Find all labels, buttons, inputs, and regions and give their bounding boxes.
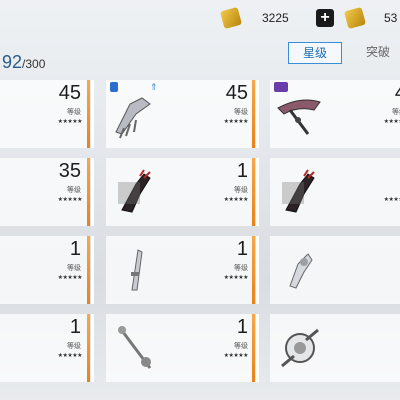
currency1-value: 3225 xyxy=(262,11,289,25)
rarity-bar xyxy=(252,158,255,226)
weapon-card[interactable]: 45 等级 ★★★★★ xyxy=(0,80,87,148)
weapon-image xyxy=(110,320,162,372)
rarity-bar xyxy=(91,80,94,148)
level-label: 等级 xyxy=(234,109,248,116)
weapon-card[interactable] xyxy=(270,314,400,382)
level-label: 等级 xyxy=(67,109,81,116)
rarity-bar xyxy=(256,314,259,382)
star-rating: ★★★★★ xyxy=(57,275,83,281)
inventory-current: 92 xyxy=(2,52,23,72)
item-shadow xyxy=(118,182,140,204)
gold-ticket-icon xyxy=(343,6,367,30)
weapon-level: 35 xyxy=(58,160,81,182)
level-label: 等级 xyxy=(392,109,400,116)
tab-star[interactable]: 星级 xyxy=(288,42,342,64)
star-rating: ★★★★★ xyxy=(223,197,249,203)
weapon-level: 1 xyxy=(236,316,248,338)
rarity-bar xyxy=(87,236,90,304)
weapon-level: 45 xyxy=(225,82,248,104)
level-label: 等级 xyxy=(67,187,81,194)
rarity-bar xyxy=(87,158,90,226)
rarity-bar xyxy=(256,80,259,148)
rarity-bar xyxy=(256,236,259,304)
weapon-card[interactable]: 35 等级 ★★★★★ xyxy=(0,158,87,226)
weapon-image xyxy=(110,90,162,142)
weapon-level: 45 xyxy=(58,82,81,104)
rarity-bar xyxy=(252,80,255,148)
weapon-level: 1 xyxy=(69,238,81,260)
weapon-card[interactable]: 1 等级 ★★★★★ xyxy=(0,236,87,304)
disc-weapon-icon xyxy=(281,328,319,368)
currency2-value: 53 xyxy=(384,11,398,25)
weapon-image xyxy=(274,320,326,372)
weapon-image xyxy=(274,242,326,294)
star-rating: ★★★★★ xyxy=(57,197,83,203)
rarity-bar xyxy=(91,236,94,304)
staff-weapon-icon xyxy=(118,326,152,369)
weapon-card[interactable]: ⇑ 45 等级 ★★★★★ xyxy=(106,80,252,148)
weapon-card[interactable] xyxy=(270,236,400,304)
add-currency-button[interactable]: + xyxy=(316,9,334,27)
star-rating: ★★★★★ xyxy=(223,353,249,359)
weapon-card[interactable]: 4 等级 ★★★★★ xyxy=(270,80,400,148)
shield-weapon-icon xyxy=(289,253,313,289)
inventory-count: 92/300 xyxy=(2,52,45,73)
weapon-card[interactable]: ★★★★★ xyxy=(270,158,400,226)
tab-breakthrough[interactable]: 突破 xyxy=(356,42,400,62)
weapon-card[interactable]: 1 等级 ★★★★★ xyxy=(106,236,252,304)
crossbow-weapon-icon xyxy=(277,99,321,135)
level-label: 等级 xyxy=(234,343,248,350)
weapon-image xyxy=(110,164,162,216)
weapon-image xyxy=(274,164,326,216)
rarity-bar xyxy=(256,158,259,226)
level-label: 等级 xyxy=(234,187,248,194)
star-rating: ★★★★★ xyxy=(57,119,83,125)
level-label: 等级 xyxy=(67,343,81,350)
weapon-card[interactable]: 1 等级 ★★★★★ xyxy=(0,314,87,382)
weapon-level: 1 xyxy=(236,238,248,260)
rarity-bar xyxy=(91,158,94,226)
currency-bar: 3225 + 53 xyxy=(0,0,400,36)
star-rating: ★★★★★ xyxy=(383,119,400,125)
rarity-bar xyxy=(87,314,90,382)
rarity-bar xyxy=(87,80,90,148)
weapon-level: 4 xyxy=(395,82,400,105)
weapon-level: 1 xyxy=(69,316,81,338)
weapon-level: 1 xyxy=(236,160,248,182)
star-rating: ★★★★★ xyxy=(223,119,249,125)
star-rating: ★★★★★ xyxy=(57,353,83,359)
gold-ticket-icon xyxy=(219,6,243,30)
claw-weapon-icon xyxy=(115,97,151,139)
star-rating: ★★★★★ xyxy=(383,197,400,203)
knife-weapon-icon xyxy=(131,249,143,291)
rarity-bar xyxy=(252,236,255,304)
star-rating: ★★★★★ xyxy=(223,275,249,281)
weapon-image xyxy=(274,90,326,142)
rarity-bar xyxy=(252,314,255,382)
weapon-image xyxy=(110,242,162,294)
level-label: 等级 xyxy=(234,265,248,272)
inventory-capacity: /300 xyxy=(22,57,46,71)
weapon-card[interactable]: 1 等级 ★★★★★ xyxy=(106,314,252,382)
weapon-card[interactable]: 1 等级 ★★★★★ xyxy=(106,158,252,226)
item-shadow xyxy=(282,182,304,204)
level-label: 等级 xyxy=(67,265,81,272)
rarity-bar xyxy=(91,314,94,382)
